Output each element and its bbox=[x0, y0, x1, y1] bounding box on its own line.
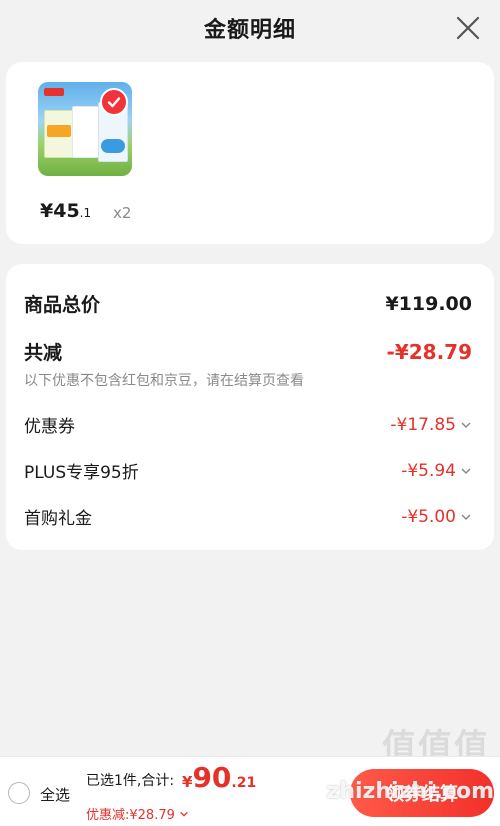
coupon-row[interactable]: 优惠券 -¥17.85 bbox=[24, 412, 472, 437]
product-quantity: x2 bbox=[113, 204, 132, 222]
total-reduction-row: 共减 -¥28.79 bbox=[24, 338, 472, 365]
price-summary-card: 商品总价 ¥119.00 共减 -¥28.79 以下优惠不包含红包和京豆，请在结… bbox=[6, 264, 494, 550]
product-price: ¥45.1 bbox=[40, 200, 91, 222]
plus-discount-label: PLUS专享95折 bbox=[24, 463, 139, 483]
plus-discount-value: -¥5.94 bbox=[401, 461, 472, 481]
plus-discount-amount: -¥5.94 bbox=[401, 460, 456, 481]
total-amount: ¥90.21 bbox=[182, 761, 256, 794]
chevron-down-icon bbox=[461, 513, 471, 520]
watermark-text: zhizhizhi.com bbox=[326, 779, 494, 804]
first-purchase-gift-row[interactable]: 首购礼金 -¥5.00 bbox=[24, 504, 472, 529]
reduction-note: 以下优惠不包含红包和京豆，请在结算页查看 bbox=[24, 373, 304, 389]
brand-logo-shape bbox=[44, 88, 64, 96]
select-all-radio[interactable] bbox=[8, 782, 30, 804]
first-purchase-gift-value: -¥5.00 bbox=[401, 507, 472, 527]
total-integer: 90 bbox=[192, 761, 232, 794]
coupon-value: -¥17.85 bbox=[390, 415, 472, 435]
first-purchase-gift-amount: -¥5.00 bbox=[401, 506, 456, 527]
total-price-row: 商品总价 ¥119.00 bbox=[24, 290, 472, 317]
coupon-label: 优惠券 bbox=[24, 417, 75, 437]
first-purchase-gift-label: 首购礼金 bbox=[24, 509, 92, 529]
selected-check-icon[interactable] bbox=[100, 88, 128, 116]
chevron-down-icon bbox=[461, 467, 471, 474]
page-title: 金额明细 bbox=[203, 18, 296, 43]
product-price-cents: .1 bbox=[79, 206, 92, 220]
product-card: ¥45.1 x2 bbox=[6, 62, 494, 244]
product-thumbnail[interactable] bbox=[38, 82, 132, 176]
total-reduction-value: -¥28.79 bbox=[386, 339, 472, 364]
total-price-value: ¥119.00 bbox=[385, 292, 472, 315]
total-cents: .21 bbox=[231, 775, 257, 791]
plus-discount-row[interactable]: PLUS专享95折 -¥5.94 bbox=[24, 458, 472, 483]
close-icon[interactable] bbox=[454, 14, 482, 42]
checkout-footer: 全选 已选1件,合计: ¥90.21 优惠减:¥28.79 领券结算 zhizh… bbox=[0, 756, 500, 826]
chevron-down-icon bbox=[461, 421, 471, 428]
milk-box-left bbox=[44, 110, 74, 158]
product-price-main: ¥45 bbox=[40, 200, 80, 222]
discount-summary[interactable]: 优惠减:¥28.79 bbox=[86, 804, 189, 823]
total-reduction-label: 共减 bbox=[24, 342, 63, 364]
select-all-label[interactable]: 全选 bbox=[40, 784, 70, 805]
chevron-down-icon bbox=[180, 811, 188, 817]
selected-count-label: 已选1件,合计: bbox=[86, 773, 175, 789]
total-price-label: 商品总价 bbox=[24, 294, 101, 316]
total-yen: ¥ bbox=[182, 773, 193, 791]
coupon-amount: -¥17.85 bbox=[390, 414, 456, 435]
discount-summary-text: 优惠减:¥28.79 bbox=[86, 808, 175, 823]
header: 金额明细 bbox=[0, 0, 500, 56]
